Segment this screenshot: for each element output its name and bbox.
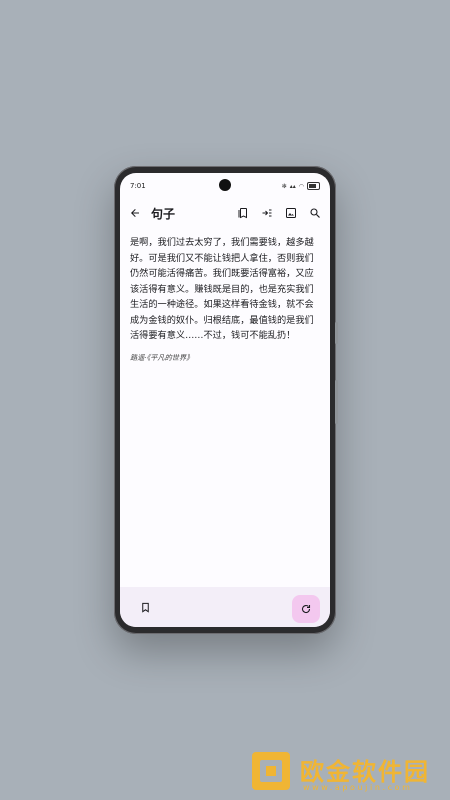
watermark-name: 欧金软件园 <box>300 758 430 786</box>
bookmarks-icon[interactable] <box>236 206 250 220</box>
bottom-bar <box>120 587 330 627</box>
volume-button <box>335 322 338 344</box>
power-button <box>335 380 338 424</box>
refresh-button[interactable] <box>292 595 320 623</box>
image-icon[interactable] <box>284 206 298 220</box>
page-title: 句子 <box>151 206 176 221</box>
signal-icon: ▴▴ <box>289 182 296 190</box>
bluetooth-icon: ✻ <box>281 182 287 190</box>
quote-text: 是啊，我们过去太穷了，我们需要钱，越多越好。可是我们又不能让钱把人拿住，否则我们… <box>130 237 314 341</box>
status-time: 7:01 <box>130 182 146 190</box>
arrow-back-icon[interactable] <box>128 206 142 220</box>
indent-icon[interactable] <box>260 206 274 220</box>
search-icon[interactable] <box>308 206 322 220</box>
wifi-icon: ◠ <box>298 182 304 190</box>
watermark-logo-icon <box>252 752 290 790</box>
phone-screen: 7:01 ✻ ▴▴ ◠ 句子 是啊，我们过去太穷了，我们需要钱，越多越好。可是我… <box>120 173 330 627</box>
quote-source: 路遥·《平凡的世界》 <box>130 353 194 362</box>
camera-cutout <box>219 179 231 191</box>
watermark-url: www.apoujin.com <box>303 783 413 792</box>
app-bar: 句子 <box>120 199 330 227</box>
bookmark-icon[interactable] <box>138 600 152 614</box>
refresh-icon <box>302 604 311 614</box>
status-icons: ✻ ▴▴ ◠ <box>282 182 320 190</box>
app-bar-actions <box>236 206 322 220</box>
battery-icon <box>307 182 320 190</box>
